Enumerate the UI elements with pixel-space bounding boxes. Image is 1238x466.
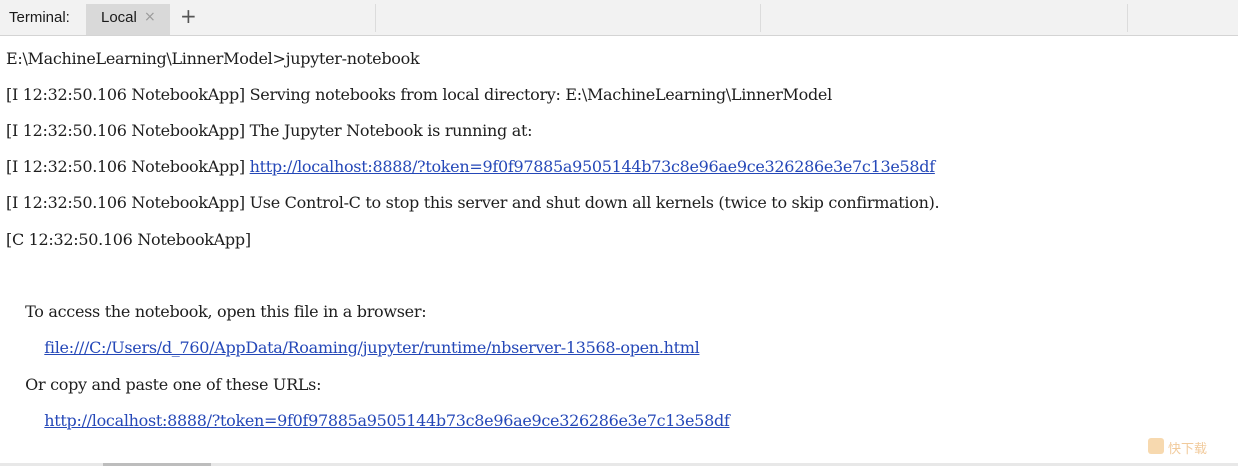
watermark-text: 快下载 [1168,442,1208,457]
terminal-label: Terminal: [9,9,70,26]
terminal-line: Or copy and paste one of these URLs: [6,375,322,394]
log-prefix: [I 12:32:50.106 NotebookApp] [6,157,250,176]
terminal-line: [I 12:32:50.106 NotebookApp] The Jupyter… [6,121,533,140]
tabbar-divider [760,4,761,32]
add-tab-button[interactable]: + [180,5,197,27]
terminal-line: http://localhost:8888/?token=9f0f97885a9… [6,411,730,430]
watermark-logo: 快下载 [1148,436,1232,458]
notebook-url-link[interactable]: http://localhost:8888/?token=9f0f97885a9… [250,157,936,176]
terminal-line: [I 12:32:50.106 NotebookApp] Serving not… [6,85,832,104]
terminal-line: [I 12:32:50.106 NotebookApp] Use Control… [6,193,940,212]
tab-local-label: Local [101,9,137,26]
tab-local[interactable]: Local × [86,4,170,35]
terminal-output[interactable]: E:\MachineLearning\LinnerModel>jupyter-n… [0,36,1238,466]
watermark-icon [1148,438,1164,454]
notebook-file-link[interactable]: file:///C:/Users/d_760/AppData/Roaming/j… [44,338,699,357]
terminal-line: [C 12:32:50.106 NotebookApp] [6,230,251,249]
terminal-line: E:\MachineLearning\LinnerModel>jupyter-n… [6,49,420,68]
notebook-url-link[interactable]: http://localhost:8888/?token=9f0f97885a9… [44,411,730,430]
terminal-line: To access the notebook, open this file i… [6,302,427,321]
terminal-line: file:///C:/Users/d_760/AppData/Roaming/j… [6,338,699,357]
terminal-tab-bar: Terminal: Local × + [0,0,1238,36]
tabbar-divider [1127,4,1128,32]
close-icon[interactable]: × [144,9,156,25]
tabbar-divider [375,4,376,32]
terminal-line: [I 12:32:50.106 NotebookApp] http://loca… [6,157,935,176]
